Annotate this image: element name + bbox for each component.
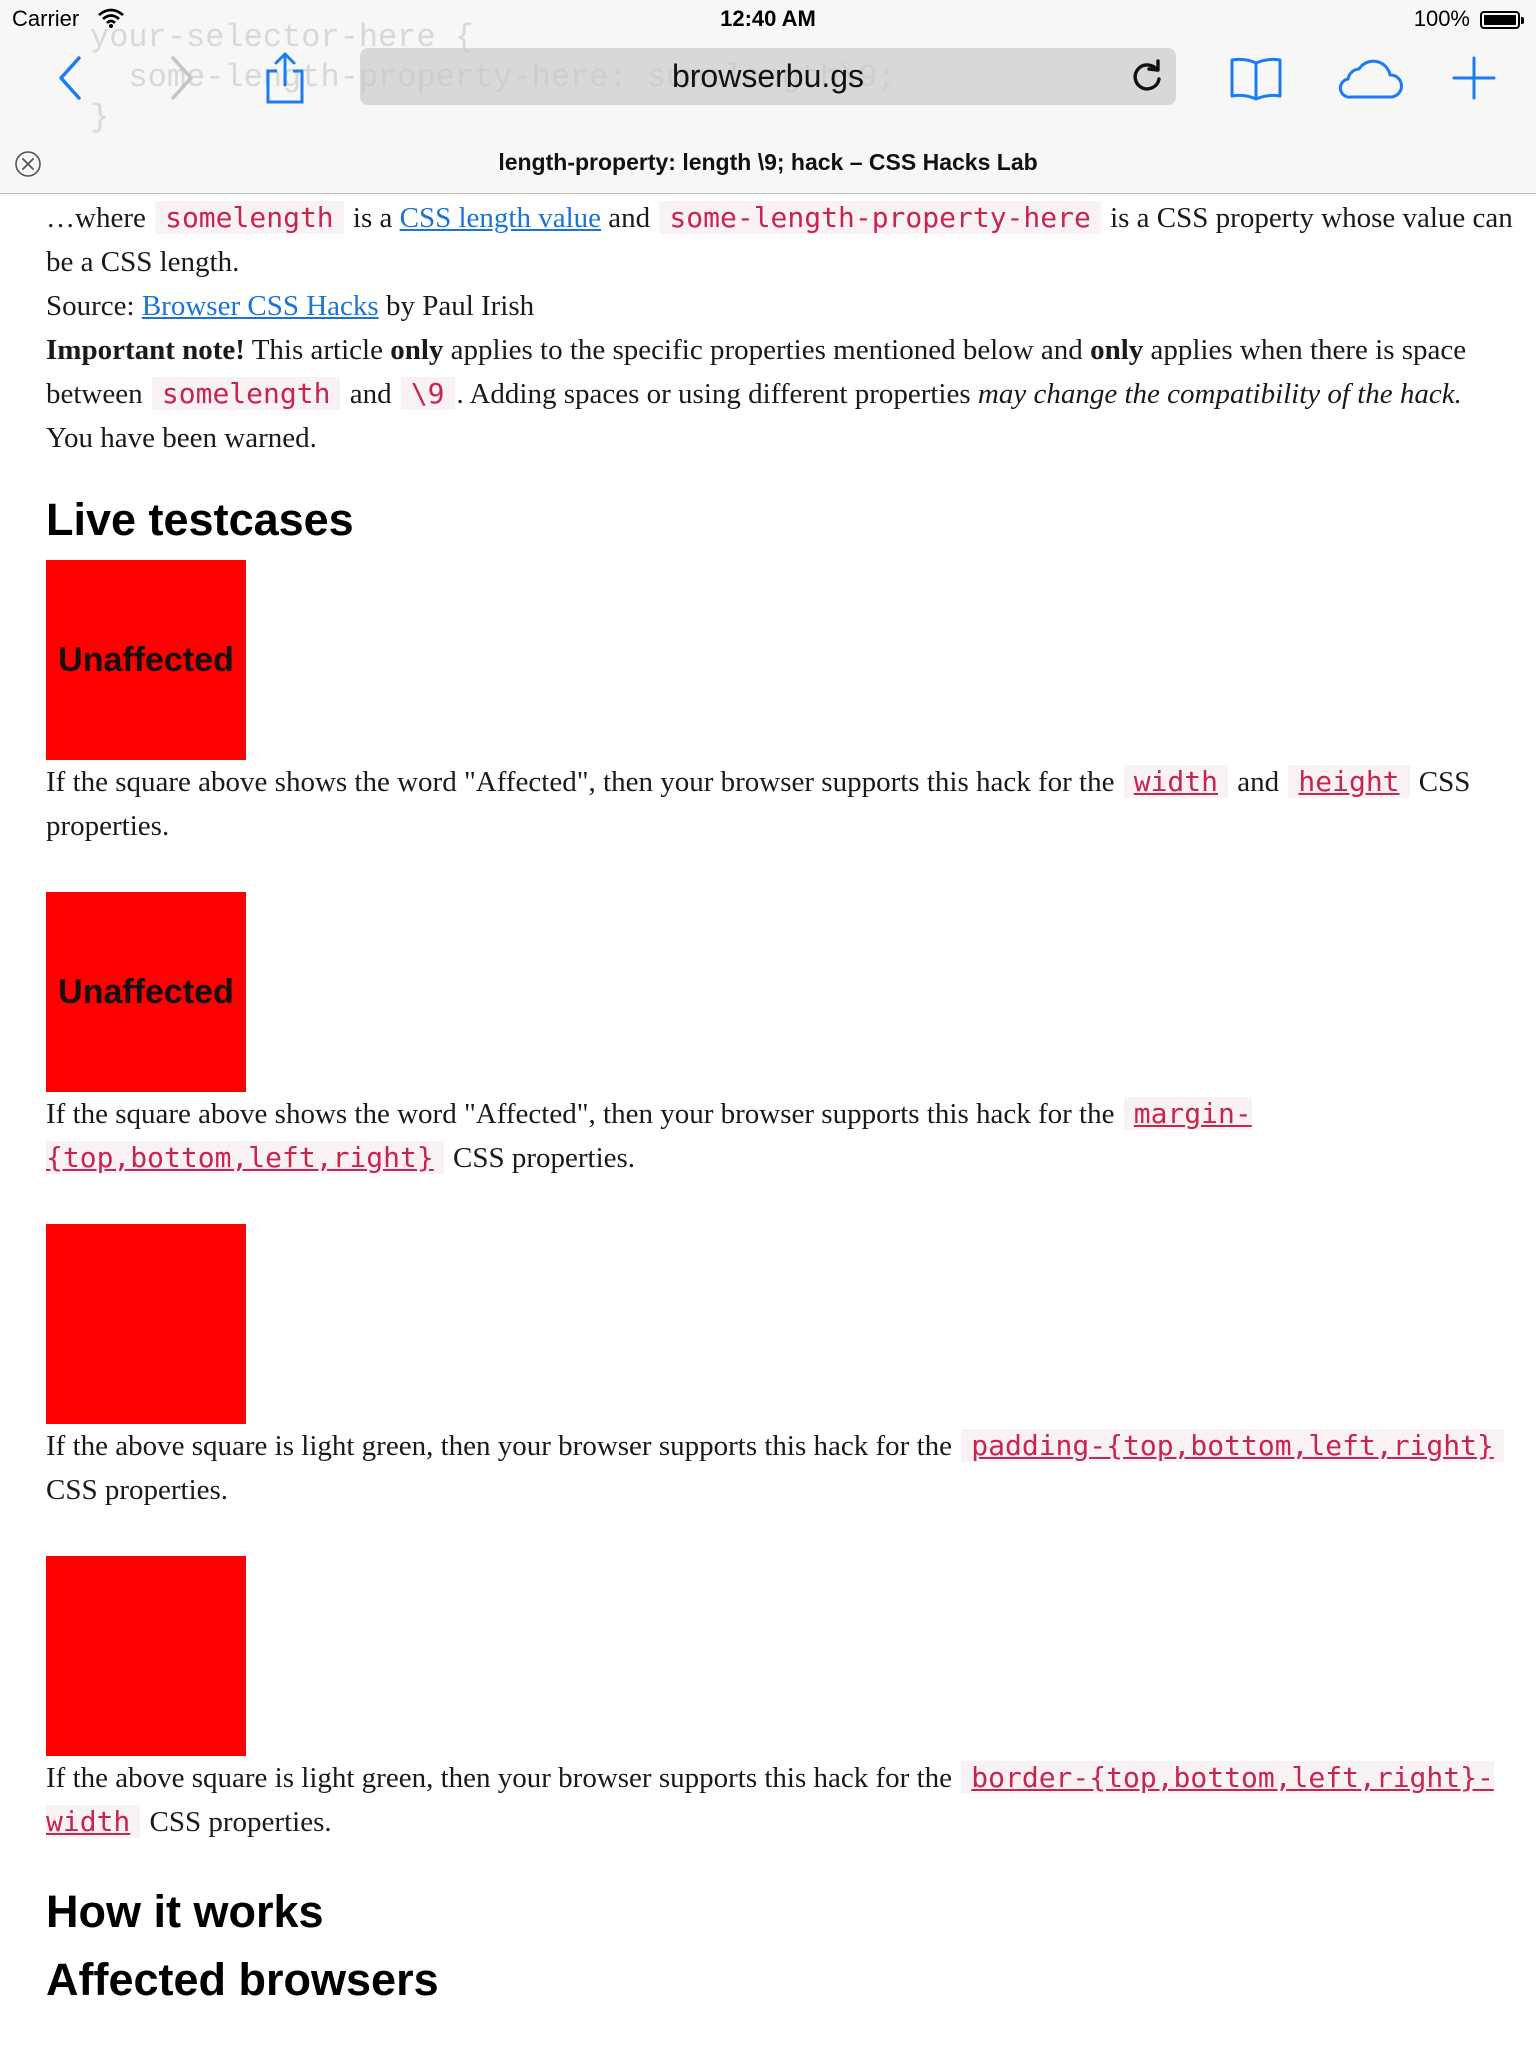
intro-text: …where [46,202,146,234]
intro-text: is a [352,202,393,234]
back-button[interactable] [52,54,88,102]
back-icon [59,56,81,100]
test-square [46,1224,246,1424]
caption-text: and [1237,766,1280,798]
affected-browsers-heading: Affected browsers [46,1954,439,2005]
caption-text: CSS properties. [46,1474,229,1506]
caption-text: If the above square is light green, then… [46,1762,953,1794]
address-url: browserbu.gs [671,58,865,94]
battery-percent: 100% [1413,6,1470,31]
note-text: applies to the specific properties menti… [450,334,1083,366]
testcase-margin: Unaffected If the square above shows the… [46,892,1536,1180]
forward-button[interactable] [164,54,200,102]
code-height-link[interactable]: height [1288,765,1410,798]
intro-paragraph: …where somelength is a CSS length value … [46,196,1536,284]
css-length-value-link[interactable]: CSS length value [400,202,601,234]
important-note: Important note! This article only applie… [46,328,1536,460]
testcase-border-width: If the above square is light green, then… [46,1556,1536,1844]
icloud-tabs-icon [1338,59,1403,99]
code-somelength: somelength [151,377,341,410]
new-tab-button[interactable] [1450,54,1498,102]
tab-title[interactable]: length-property: length \9; hack – CSS H… [0,149,1536,176]
testcase-padding: If the above square is light green, then… [46,1224,1536,1512]
live-testcases-heading: Live testcases [46,494,354,545]
code-backslash-nine: \9 [400,377,455,410]
caption-text: If the square above shows the word "Affe… [46,766,1115,798]
note-emphasis: only [390,334,444,366]
caption-text: CSS properties. [452,1142,636,1174]
bookmarks-icon [1230,57,1282,101]
browser-css-hacks-link[interactable]: Browser CSS Hacks [142,290,379,322]
battery-icon [1480,11,1524,29]
tab-bar: length-property: length \9; hack – CSS H… [0,140,1536,192]
reload-icon [1133,59,1161,91]
note-warning: You have been warned. [46,422,317,454]
note-text: This article [251,334,383,366]
source-author: by Paul Irish [385,290,535,322]
new-tab-icon [1452,56,1496,100]
reload-button[interactable] [1130,59,1164,98]
code-property: some-length-property-here [659,201,1101,234]
code-width-link[interactable]: width [1123,765,1229,798]
address-bar[interactable]: browserbu.gs [360,48,1176,105]
test-square: Unaffected [46,892,246,1092]
clock: 12:40 AM [720,6,816,31]
bookmarks-button[interactable] [1228,54,1284,102]
article-content: …where somelength is a CSS length value … [46,196,1536,2010]
caption-text: If the above square is light green, then… [46,1430,953,1462]
caption-text: If the square above shows the word "Affe… [46,1098,1115,1130]
how-it-works-heading: How it works [46,1886,324,1937]
source-label: Source: [46,290,135,322]
note-heading: Important note! [46,334,245,366]
status-bar: Carrier 12:40 AM 100% [0,0,1536,40]
code-somelength: somelength [155,201,344,234]
test-square [46,1556,246,1756]
intro-text: and [608,202,651,234]
code-padding-link[interactable]: padding-{top,bottom,left,right} [961,1429,1504,1462]
forward-icon [171,56,193,100]
testcase-caption: If the square above shows the word "Affe… [46,1092,1536,1180]
source-paragraph: Source: Browser CSS Hacks by Paul Irish [46,284,1536,328]
testcase-caption: If the square above shows the word "Affe… [46,760,1536,848]
test-square: Unaffected [46,560,246,760]
testcase-caption: If the above square is light green, then… [46,1756,1536,1844]
caption-text: CSS properties. [149,1806,332,1838]
note-italic: may change the compatibility of the hack… [977,378,1462,410]
share-button[interactable] [262,50,308,106]
testcase-caption: If the above square is light green, then… [46,1424,1536,1512]
testcase-width-height: Unaffected If the square above shows the… [46,560,1536,848]
note-text: . Adding spaces or using different prope… [456,378,971,410]
note-emphasis: only [1090,334,1144,366]
icloud-tabs-button[interactable] [1334,52,1406,104]
note-text: and [349,378,392,410]
browser-chrome: your-selector-here { some-length-propert… [0,0,1536,194]
share-icon [266,52,304,104]
